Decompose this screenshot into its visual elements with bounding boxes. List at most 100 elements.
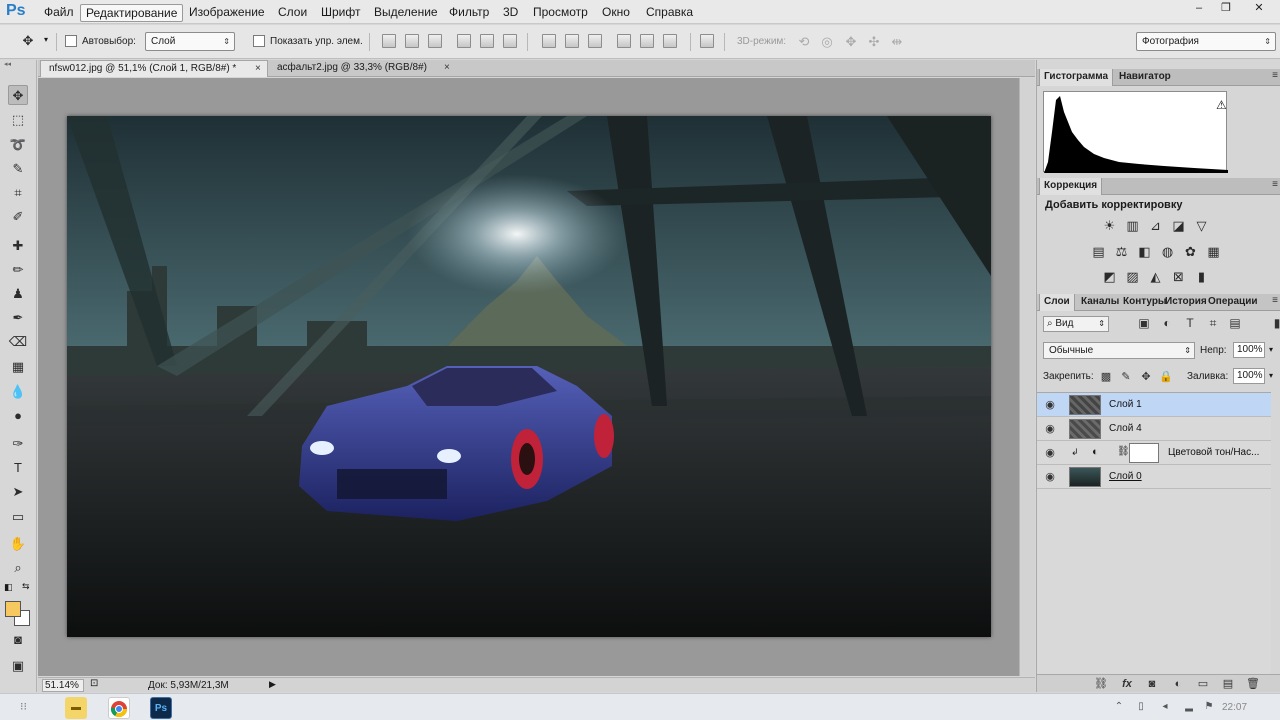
tab-nfsw012[interactable]: nfsw012.jpg @ 51,1% (Слой 1, RGB/8#) * × [40, 60, 268, 77]
visibility-eye-icon[interactable]: ◉ [1043, 470, 1057, 484]
zoom-tool-icon[interactable]: ⌕ [8, 558, 28, 578]
swap-colors-icon[interactable]: ⇆ [22, 581, 30, 592]
vibrance-icon[interactable]: ▽ [1194, 218, 1209, 233]
menu-layers[interactable]: Слои [273, 4, 312, 22]
3d-scale-icon[interactable]: ⇹ [887, 32, 907, 52]
layer-row[interactable]: ◉ Слой 0 [1037, 465, 1271, 489]
workspace-dropdown[interactable]: Фотография ⇕ [1136, 32, 1276, 51]
opacity-field[interactable]: 100% [1233, 342, 1265, 358]
status-arrow-icon[interactable]: ▶ [269, 679, 276, 690]
menu-select[interactable]: Выделение [369, 4, 443, 22]
tray-up-icon[interactable]: ⌃ [1112, 700, 1126, 714]
gradient-tool-icon[interactable]: ▦ [8, 357, 28, 377]
chrome-icon[interactable] [108, 697, 130, 719]
posterize-icon[interactable]: ▨ [1125, 269, 1140, 284]
brush-tool-icon[interactable]: ✏ [8, 260, 28, 280]
distribute-left-icon[interactable] [617, 34, 631, 48]
clone-stamp-tool-icon[interactable]: ♟ [8, 284, 28, 304]
align-right-icon[interactable] [503, 34, 517, 48]
lasso-tool-icon[interactable]: ➰ [8, 135, 28, 155]
visibility-eye-icon[interactable]: ◉ [1043, 422, 1057, 436]
align-bottom-icon[interactable] [428, 34, 442, 48]
opacity-arrow-icon[interactable]: ▾ [1269, 345, 1273, 354]
levels-icon[interactable]: ▥ [1125, 218, 1140, 233]
cache-warning-icon[interactable]: ⚠ [1216, 98, 1227, 112]
maximize-button[interactable]: ❐ [1213, 0, 1239, 17]
selective-color-icon[interactable]: ⊠ [1171, 269, 1186, 284]
crop-tool-icon[interactable]: ⌗ [8, 183, 28, 203]
black-white-icon[interactable]: ◧ [1137, 244, 1152, 259]
new-group-icon[interactable]: ▭ [1196, 677, 1210, 691]
distribute-right-icon[interactable] [663, 34, 677, 48]
lock-pixels-icon[interactable]: ✎ [1119, 370, 1133, 384]
filter-toggle-icon[interactable]: ▮ [1270, 316, 1280, 330]
layer-row[interactable]: ◉ Слой 4 [1037, 417, 1271, 441]
filter-shape-icon[interactable]: ⌗ [1206, 316, 1220, 330]
tab-correction[interactable]: Коррекция [1039, 178, 1103, 195]
status-menu-icon[interactable]: ⊡ [90, 678, 98, 689]
layer-row[interactable]: ◉ Слой 1 [1037, 393, 1271, 417]
new-adjustment-icon[interactable]: ◐ [1171, 677, 1185, 691]
tray-volume-icon[interactable]: ◂ [1158, 700, 1172, 714]
3d-drag-icon[interactable]: ✥ [841, 32, 861, 52]
move-tool-icon[interactable]: ✥ [8, 85, 28, 105]
marquee-tool-icon[interactable]: ⬚ [8, 110, 28, 130]
document-image[interactable] [67, 116, 991, 637]
screen-mode-icon[interactable]: ▣ [8, 656, 28, 676]
photo-filter-icon[interactable]: ◍ [1160, 244, 1175, 259]
menu-image[interactable]: Изображение [184, 4, 270, 22]
filter-smart-object-icon[interactable]: ▤ [1228, 316, 1242, 330]
distribute-bottom-icon[interactable] [588, 34, 602, 48]
tab-asfalt2[interactable]: асфальт2.jpg @ 33,3% (RGB/8#) × [269, 60, 462, 77]
layer-name[interactable]: Слой 4 [1109, 423, 1142, 434]
close-tab-icon[interactable]: × [444, 60, 450, 76]
link-layers-icon[interactable]: ⛓ [1094, 677, 1108, 691]
color-balance-icon[interactable]: ⚖ [1114, 244, 1129, 259]
layer-row[interactable]: ◉ ↲ ◐ ⛓ Цветовой тон/Нас... [1037, 441, 1271, 465]
tab-navigator[interactable]: Навигатор [1115, 69, 1175, 86]
layer-name[interactable]: Слой 1 [1109, 399, 1142, 410]
gradient-map-icon[interactable]: ▮ [1194, 269, 1209, 284]
start-icon[interactable]: ⁝⁝ [20, 700, 27, 713]
eraser-tool-icon[interactable]: ⌫ [8, 332, 28, 352]
vertical-scrollbar[interactable] [1019, 78, 1035, 676]
menu-filter[interactable]: Фильтр [444, 4, 494, 22]
folder-icon[interactable]: ▬ [65, 697, 87, 719]
align-top-icon[interactable] [382, 34, 396, 48]
panel-menu-icon[interactable]: ≡ [1272, 70, 1278, 81]
link-chain-icon[interactable]: ⛓ [1117, 446, 1130, 457]
lock-transparency-icon[interactable]: ▩ [1099, 370, 1113, 384]
tray-usb-icon[interactable]: ▯ [1134, 700, 1148, 714]
photoshop-taskbar-icon[interactable]: Ps [150, 697, 172, 719]
dodge-tool-icon[interactable]: ● [8, 406, 28, 426]
tab-layers[interactable]: Слои [1039, 294, 1075, 311]
delete-layer-icon[interactable]: 🗑 [1246, 677, 1260, 691]
quick-select-tool-icon[interactable]: ✎ [8, 159, 28, 179]
tab-channels[interactable]: Каналы [1077, 294, 1123, 311]
filter-adjustment-icon[interactable]: ◐ [1160, 316, 1174, 330]
fill-field[interactable]: 100% [1233, 368, 1265, 384]
exposure-icon[interactable]: ◪ [1171, 218, 1186, 233]
panel-collapse-icon[interactable]: ◂◂ [4, 60, 11, 68]
3d-rotate-icon[interactable]: ⟲ [794, 32, 814, 52]
new-layer-icon[interactable]: ▤ [1221, 677, 1235, 691]
menu-view[interactable]: Просмотр [528, 4, 593, 22]
tab-actions[interactable]: Операции [1204, 294, 1262, 311]
curves-icon[interactable]: ⊿ [1148, 218, 1163, 233]
minimize-button[interactable]: ‒ [1186, 0, 1212, 17]
menu-window[interactable]: Окно [597, 4, 635, 22]
layer-name[interactable]: Цветовой тон/Нас... [1168, 447, 1259, 458]
3d-slide-icon[interactable]: ✣ [864, 32, 884, 52]
fill-arrow-icon[interactable]: ▾ [1269, 371, 1273, 380]
layer-style-icon[interactable]: fx [1120, 677, 1134, 691]
lock-position-icon[interactable]: ✥ [1139, 370, 1153, 384]
invert-icon[interactable]: ◩ [1102, 269, 1117, 284]
align-left-icon[interactable] [457, 34, 471, 48]
distribute-top-icon[interactable] [542, 34, 556, 48]
pen-tool-icon[interactable]: ✑ [8, 434, 28, 454]
distribute-hcenter-icon[interactable] [640, 34, 654, 48]
hue-saturation-icon[interactable]: ▤ [1091, 244, 1106, 259]
tray-network-icon[interactable]: ▂ [1182, 700, 1196, 714]
panel-menu-icon[interactable]: ≡ [1272, 295, 1278, 306]
auto-align-icon[interactable] [700, 34, 714, 48]
